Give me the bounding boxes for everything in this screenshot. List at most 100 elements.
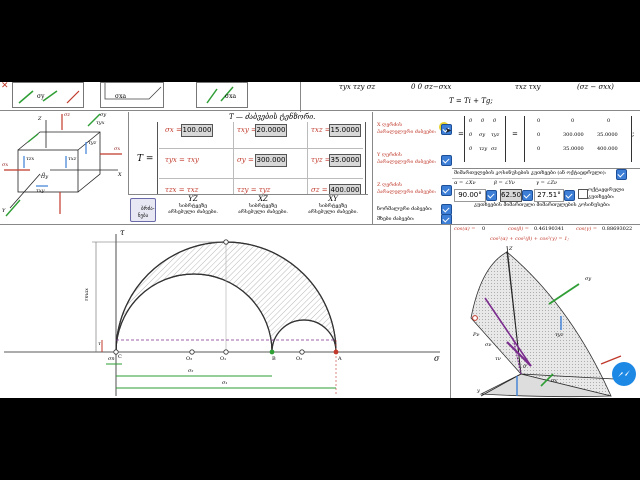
thumbnail-3[interactable]: σxa [196, 82, 248, 108]
m1-r3c2: τzy [479, 146, 488, 152]
plane-panel: ბრძა- ნება YZ სიბრტყეზე არსებული ძაბვები… [128, 194, 368, 225]
cube-tyx: τyx [96, 120, 105, 126]
z-axis-label: Z ღერძის [377, 182, 403, 188]
gamma-check[interactable] [564, 190, 575, 201]
alpha-check[interactable] [486, 190, 497, 201]
tyz-input[interactable]: 35.0000 [329, 154, 361, 167]
tensor-title: T — ძაბვების ტენზორი. [229, 113, 316, 121]
angle-headers: α = ∠Xν β = ∠Yν γ = ∠Zν [452, 178, 582, 188]
cube-x-label: X [118, 172, 122, 178]
alpha-input[interactable]: 90.00° [454, 189, 486, 202]
thumbnail-cube-icon [206, 86, 234, 104]
txy-label: τxy = [237, 126, 257, 134]
cos-a-value: 0 [482, 226, 486, 232]
m2-r2c2: 300.000 [563, 132, 584, 138]
t-equation: T = Ti + Tg; [449, 97, 493, 105]
tyz-label: τyz = [311, 156, 331, 164]
matrix-left: 0 0 0 0 σy τyz 0 τzy σz [464, 116, 506, 162]
thumbnail-2[interactable]: σxa [100, 82, 164, 108]
orientation-check[interactable] [616, 169, 627, 180]
plane-xz[interactable]: XZ სიბრტყეზე არსებული ძაბვები. [228, 195, 298, 225]
mohr-diagram: τ σ τmax τ C O₃ O₁ B O₂ A σn σ₂ σ₁ [0, 228, 450, 398]
y-axis-label: Y ღერძის [377, 152, 402, 158]
thumb3-label: σxa [225, 93, 237, 100]
cos-g-label: cos(γ) = [576, 226, 598, 232]
tzx-label: τzx = τxz [165, 186, 199, 194]
label-o3: O₃ [186, 356, 193, 362]
cube-sy: σy [100, 112, 107, 118]
m2-r2c1: 0 [537, 132, 541, 138]
cube-sx-left: σx [2, 162, 9, 168]
cos-title: კუთხეების მიმართული მიმართულების კოსინუს… [474, 202, 611, 208]
octa-checkbox[interactable] [578, 189, 588, 199]
tau-max-label: τmax [84, 288, 90, 302]
m1-r2c3: τyz [491, 132, 500, 138]
command-button[interactable]: ბრძა- ნება [130, 198, 156, 222]
sy-input[interactable]: 300.000 [255, 154, 287, 167]
cos-b-value: 0.46190341 [534, 226, 565, 232]
cube-origin: 0 [42, 172, 46, 178]
cube-tzx: τzx [26, 156, 35, 162]
mohr-svg [4, 234, 440, 396]
matrix-semicolon: ; [632, 130, 635, 138]
cube-txz: τxz [68, 156, 77, 162]
alpha-label: α = ∠Xν [454, 180, 476, 186]
matrix-eq-2: = [512, 130, 518, 138]
beta-input[interactable]: 62.50 [500, 189, 522, 202]
thumbnail-1[interactable]: σy [12, 82, 84, 108]
m2-r1c2: 0 [571, 118, 575, 124]
sx-input[interactable]: 100.000 [181, 124, 213, 137]
gamma-label: γ = ∠Zν [536, 180, 558, 186]
z-axis-check[interactable] [441, 185, 452, 196]
plane-xz-sub2: არსებული ძაბვები. [237, 209, 289, 215]
point-top [223, 239, 229, 245]
beta-check[interactable] [522, 190, 533, 201]
plane-yz-title: YZ [188, 195, 198, 203]
top-tensor-strip: τyx τzy σz 0 0 σz−σxx τxz τxy (σz − σxx)… [300, 82, 640, 112]
normal-stress-label: ნორმალური ძაბვები: [377, 206, 433, 212]
cos-a-label: cos(α) = [454, 226, 476, 232]
plane-xy-title: XY [328, 195, 338, 203]
z-axis-sub: პარალელური ძაბვები: [377, 189, 437, 195]
octa-label: ოქტაედრული [588, 187, 625, 193]
y-axis-check[interactable] [441, 155, 452, 166]
tau-small-label: τ [98, 341, 101, 347]
cube-y-label: Y [2, 208, 6, 214]
cube-sz: σz [64, 112, 71, 118]
tau-axis-label: τ [120, 228, 125, 237]
plane-yz[interactable]: YZ სიბრტყეზე არსებული ძაბვები. [158, 195, 228, 225]
txy-input[interactable]: 20.0000 [255, 124, 287, 137]
sigma-axis-label: σ [434, 354, 440, 363]
m1-r1c2: 0 [481, 118, 485, 124]
plane-xy[interactable]: XY სიბრტყეზე არსებული ძაბვები. [298, 195, 368, 225]
top-row-3: τxz τxy [515, 83, 541, 91]
m2-r3c2: 35.0000 [563, 146, 584, 152]
axis-options-panel: X ღერძის პარალელური ძაბვები: ➤ Y ღერძის … [372, 112, 453, 225]
messenger-icon[interactable] [612, 362, 636, 386]
orientation-title: მიმართულების კოსინუსების კუთხეები (ან ოქ… [454, 170, 607, 176]
view-sigma-nu: σν [485, 342, 492, 348]
shear-stress-label: მხები ძაბვები: [377, 216, 415, 222]
view-z-label: Z [509, 246, 513, 252]
m2-r2c3: 35.0000 [597, 132, 618, 138]
m2-r1c3: 0 [607, 118, 611, 124]
cos-identity: cos²(α) + cos²(β) + cos²(γ) = 1; [490, 236, 570, 242]
close-icon[interactable]: ✕ [1, 82, 9, 91]
stress-tensor-app: ✕ σy σxa σxa τyx τzy σz 0 0 σz−σxx τxz τ… [0, 82, 640, 398]
sigma-n-label: σn [108, 356, 115, 362]
cos-g-value: 0.88693022 [602, 226, 633, 232]
gamma-input[interactable]: 27.51° [534, 189, 564, 202]
view-tau-yz: τyz [555, 332, 564, 338]
point-b [269, 349, 275, 355]
command-button-label: ბრძა- ნება [137, 206, 155, 219]
point-o2 [299, 349, 305, 355]
y-axis-sub: პარალელური ძაბვები: [377, 159, 437, 165]
m1-r1c3: 0 [493, 118, 497, 124]
label-c: C [118, 354, 122, 360]
txz-input[interactable]: 15.0000 [329, 124, 361, 137]
m2-r3c1: 0 [537, 146, 541, 152]
m2-r3c3: 400.000 [597, 146, 618, 152]
thumbnail-cube-icon [18, 90, 80, 104]
beta-label: β = ∠Yν [494, 180, 515, 186]
m1-r1c1: 0 [469, 118, 473, 124]
